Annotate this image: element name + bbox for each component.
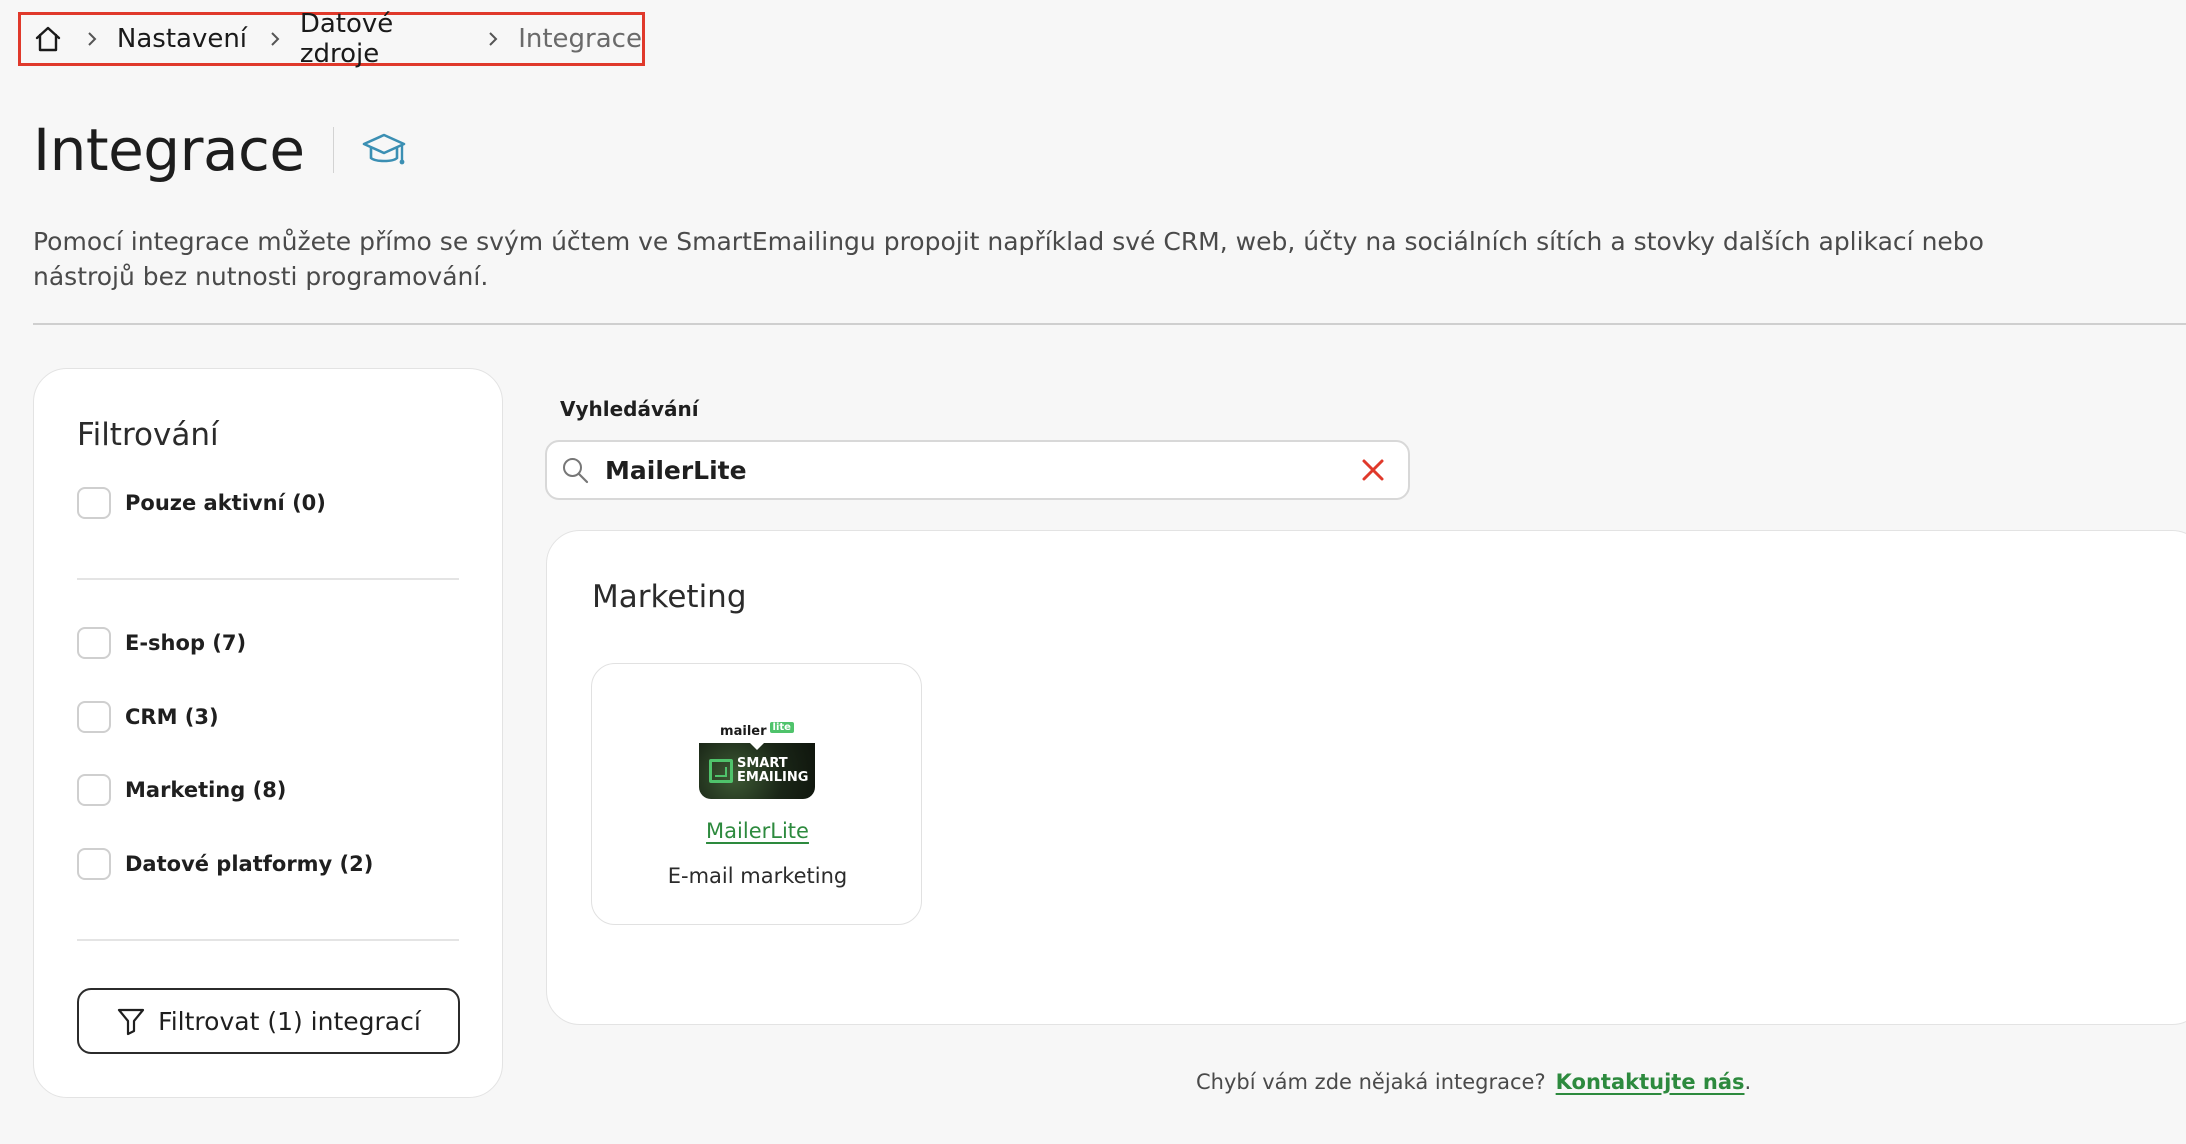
graduation-cap-icon[interactable] <box>360 130 408 170</box>
filter-panel: Filtrování Pouze aktivní (0) E-shop (7) … <box>33 368 503 1098</box>
search-input[interactable] <box>605 455 1358 485</box>
page-title: Integrace <box>33 116 305 184</box>
smartemailing-logo: SMART EMAILING <box>699 742 815 799</box>
filter-category-eshop[interactable]: E-shop (7) <box>77 627 246 659</box>
funnel-icon <box>116 1006 146 1036</box>
filter-button-label: Filtrovat (1) integrací <box>158 1006 421 1036</box>
checkbox-label: Pouze aktivní (0) <box>125 491 326 515</box>
results-panel: Marketing mailer lite SMART EMAILING Mail… <box>546 530 2186 1025</box>
title-row: Integrace <box>33 112 408 188</box>
checkbox-label: Datové platformy (2) <box>125 852 374 876</box>
breadcrumb-current: Integrace <box>518 24 642 54</box>
filter-category-crm[interactable]: CRM (3) <box>77 701 219 733</box>
checkbox[interactable] <box>77 848 111 880</box>
filter-title: Filtrování <box>77 417 219 453</box>
checkbox[interactable] <box>77 774 111 806</box>
footer-text: Chybí vám zde nějaká integrace? <box>1196 1070 1546 1094</box>
search-icon <box>561 455 591 485</box>
close-icon[interactable] <box>1358 455 1388 485</box>
checkbox-label: Marketing (8) <box>125 778 287 802</box>
integration-card-mailerlite[interactable]: mailer lite SMART EMAILING MailerLite E-m… <box>591 663 922 925</box>
checkbox[interactable] <box>77 627 111 659</box>
checkbox-label: CRM (3) <box>125 705 219 729</box>
breadcrumb-item-datove-zdroje[interactable]: Datové zdroje <box>300 9 466 69</box>
checkbox[interactable] <box>77 701 111 733</box>
home-icon[interactable] <box>33 22 64 56</box>
mailerlite-logo: mailer lite SMART EMAILING <box>699 719 815 809</box>
page-description: Pomocí integrace můžete přímo se svým úč… <box>33 227 1984 291</box>
footer-suffix: . <box>1744 1070 1752 1094</box>
filter-button[interactable]: Filtrovat (1) integrací <box>77 988 460 1054</box>
filter-category-data-platforms[interactable]: Datové platformy (2) <box>77 848 373 880</box>
checkbox[interactable] <box>77 487 111 519</box>
search-box <box>545 440 1410 500</box>
section-title-marketing: Marketing <box>592 579 747 615</box>
filter-category-marketing[interactable]: Marketing (8) <box>77 774 286 806</box>
logo-wordmark: mailer lite <box>699 719 815 743</box>
breadcrumb-item-nastaveni[interactable]: Nastavení <box>117 24 247 54</box>
filter-divider <box>77 578 459 580</box>
footer-note: Chybí vám zde nějaká integrace? Kontaktuj… <box>1196 1070 1751 1094</box>
smartemailing-mark-icon <box>709 759 733 783</box>
filter-only-active[interactable]: Pouze aktivní (0) <box>77 487 326 519</box>
contact-link[interactable]: Kontaktujte nás <box>1556 1070 1745 1094</box>
integration-name-link[interactable]: MailerLite <box>592 819 923 843</box>
integration-description: E-mail marketing <box>667 864 848 888</box>
breadcrumb: Nastavení Datové zdroje Integrace <box>18 9 645 69</box>
checkbox-label: E-shop (7) <box>125 631 247 655</box>
title-divider <box>332 127 334 173</box>
chevron-right-icon <box>487 29 500 49</box>
search-label: Vyhledávání <box>560 397 699 421</box>
filter-divider <box>77 939 459 941</box>
divider <box>33 323 2186 325</box>
chevron-right-icon <box>269 29 282 49</box>
chevron-right-icon <box>86 29 99 49</box>
